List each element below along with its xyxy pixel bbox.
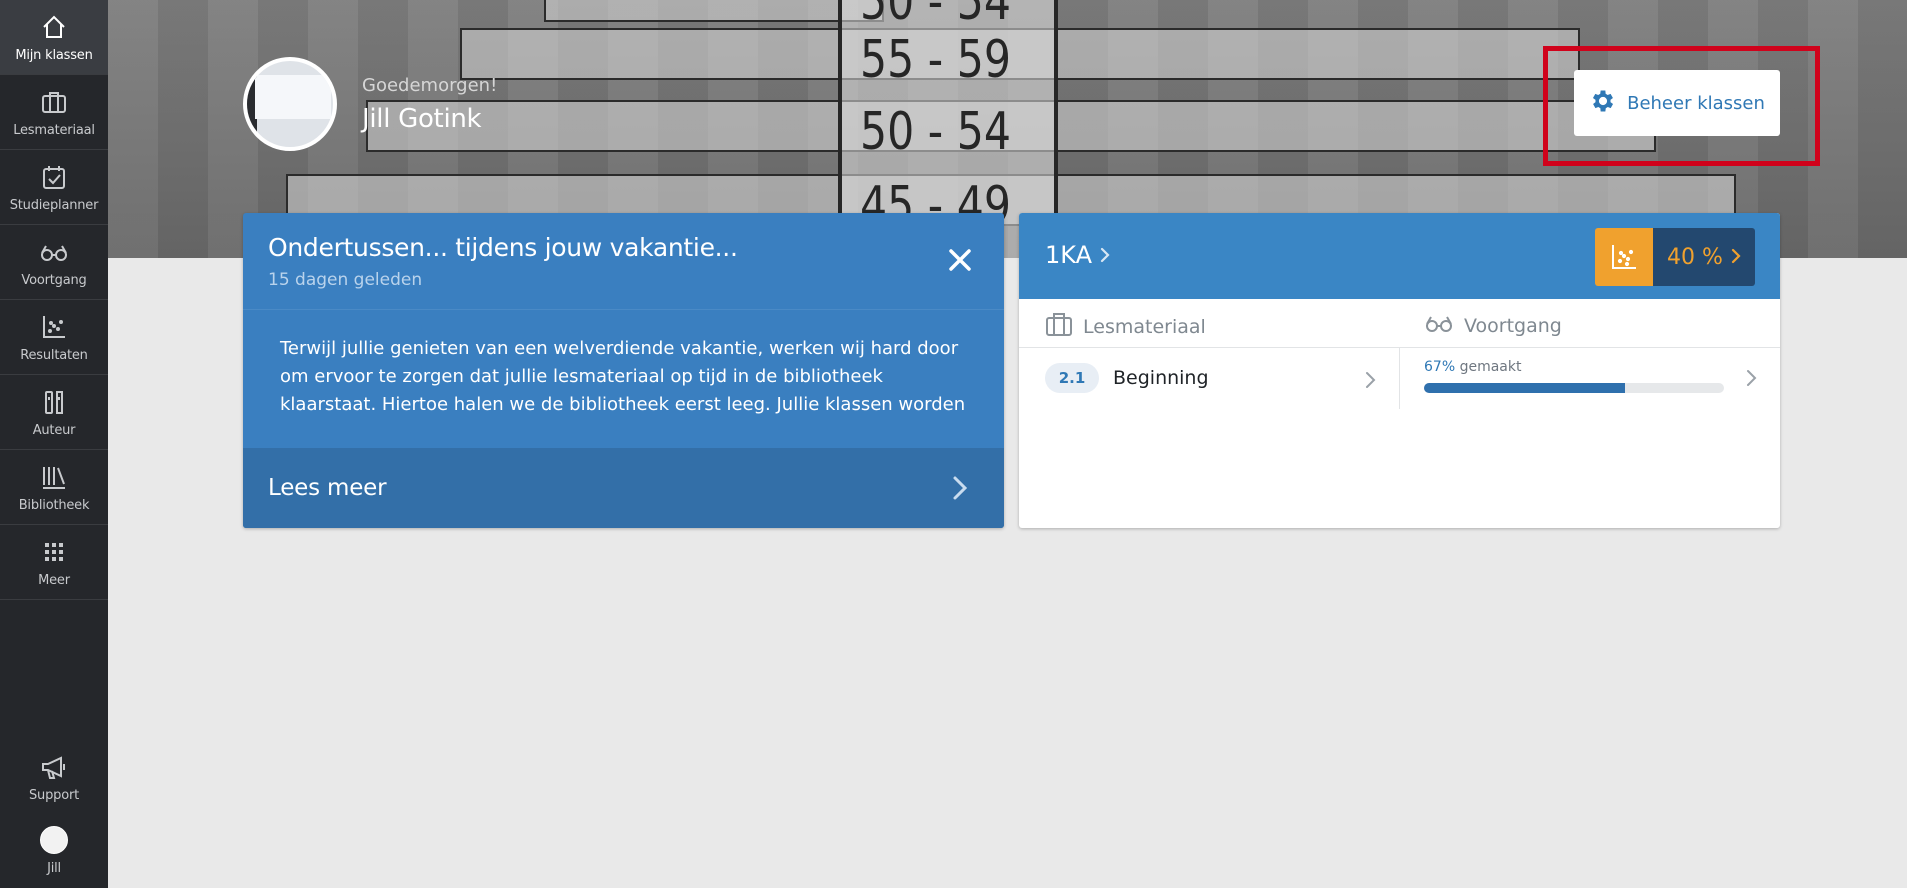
read-more-label: Lees meer [268,475,387,501]
progress-percent: 67% [1424,359,1456,375]
progress-bar-fill [1424,383,1625,393]
scatter-chart-icon [1595,228,1653,286]
class-score-value: 40 % [1653,228,1755,286]
column-header-material: Lesmateriaal [1045,311,1206,342]
library-books-icon [39,462,69,492]
sidebar-item-label: Jill [47,861,61,876]
column-header-progress: Voortgang [1424,311,1562,340]
calendar-check-icon [39,162,69,192]
glasses-icon [1424,311,1454,340]
sidebar-item-lesmateriaal[interactable]: Lesmateriaal [0,75,108,150]
user-name: Jill Gotink [362,104,482,134]
hero-photo-label: 50 - 54 [860,102,1012,162]
chevron-right-icon [1731,245,1741,270]
notification-header: Ondertussen... tijdens jouw vakantie... … [243,213,1004,310]
chapter-title: Beginning [1113,367,1209,389]
read-more-link[interactable]: Lees meer [243,448,1004,528]
gear-icon [1589,87,1617,120]
user-avatar [39,825,69,855]
class-name: 1KA [1045,241,1093,269]
sidebar-item-studieplanner[interactable]: Studieplanner [0,150,108,225]
chevron-right-icon [1100,241,1110,269]
class-card-header: 1KA 40 % [1019,213,1780,299]
briefcase-icon [39,87,69,117]
column-header-label: Voortgang [1464,314,1562,337]
grid-dots-icon [39,537,69,567]
notification-line: Terwijl jullie genieten van een welverdi… [280,338,959,359]
sidebar-item-label: Voortgang [21,272,87,288]
sidebar-item-resultaten[interactable]: Resultaten [0,300,108,375]
progress-bar [1424,383,1724,393]
chapter-item[interactable]: 2.1 Beginning [1045,363,1209,393]
scatter-chart-icon [39,312,69,342]
sidebar-item-voortgang[interactable]: Voortgang [0,225,108,300]
chevron-right-icon[interactable] [1745,369,1757,391]
class-score-badge[interactable]: 40 % [1595,228,1755,286]
chapter-number-badge: 2.1 [1045,363,1099,393]
sidebar-item-label: Bibliotheek [18,497,90,513]
hero-photo-bar [544,0,884,22]
manage-classes-label: Beheer klassen [1627,92,1765,114]
author-tools-icon [39,387,69,417]
greeting-text: Goedemorgen! [362,75,498,96]
divider [1399,347,1400,409]
notification-line: klaarstaat. Hiertoe halen we de biblioth… [280,394,966,415]
progress-suffix: gemaakt [1459,359,1522,375]
home-icon [39,12,69,42]
notification-time: 15 dagen geleden [268,270,423,290]
progress-label: 67% gemaakt [1424,359,1521,375]
sidebar-item-label: Meer [38,572,70,588]
column-header-label: Lesmateriaal [1083,315,1206,338]
hero-photo-label: 55 - 59 [860,30,1012,90]
profile-avatar [243,57,337,151]
hero-photo-label: 50 - 54 [860,0,1012,32]
notification-body: Terwijl jullie genieten van een welverdi… [280,335,980,419]
chevron-right-icon[interactable] [1364,371,1376,393]
class-score: 40 % [1667,244,1723,270]
chevron-right-icon [951,474,969,506]
manage-classes-button[interactable]: Beheer klassen [1574,70,1780,136]
sidebar-item-label: Mijn klassen [15,47,93,63]
sidebar-item-meer[interactable]: Meer [0,525,108,600]
sidebar-item-user[interactable]: Jill [0,813,108,888]
sidebar-item-label: Auteur [32,422,76,438]
glasses-icon [39,237,69,267]
sidebar-item-bibliotheek[interactable]: Bibliotheek [0,450,108,525]
notification-line: om ervoor te zorgen dat jullie lesmateri… [280,366,883,387]
notification-title: Ondertussen... tijdens jouw vakantie... [268,233,738,262]
megaphone-icon [39,752,69,782]
notification-card: Ondertussen... tijdens jouw vakantie... … [243,213,1004,528]
sidebar-item-label: Support [29,788,79,803]
sidebar-item-support[interactable]: Support [0,740,108,815]
class-card: 1KA 40 % Lesmateriaal Voortgang 2.1 Begi… [1019,213,1780,528]
sidebar-item-label: Resultaten [20,347,88,363]
sidebar-item-label: Studieplanner [9,197,99,213]
close-icon[interactable] [947,247,977,277]
sidebar-item-auteur[interactable]: Auteur [0,375,108,450]
sidebar-item-label: Lesmateriaal [13,122,95,138]
sidebar-item-mijn-klassen[interactable]: Mijn klassen [0,0,108,75]
sidebar: Mijn klassen Lesmateriaal Studieplanner … [0,0,108,888]
class-name-link[interactable]: 1KA [1045,241,1110,269]
briefcase-icon [1045,311,1073,342]
